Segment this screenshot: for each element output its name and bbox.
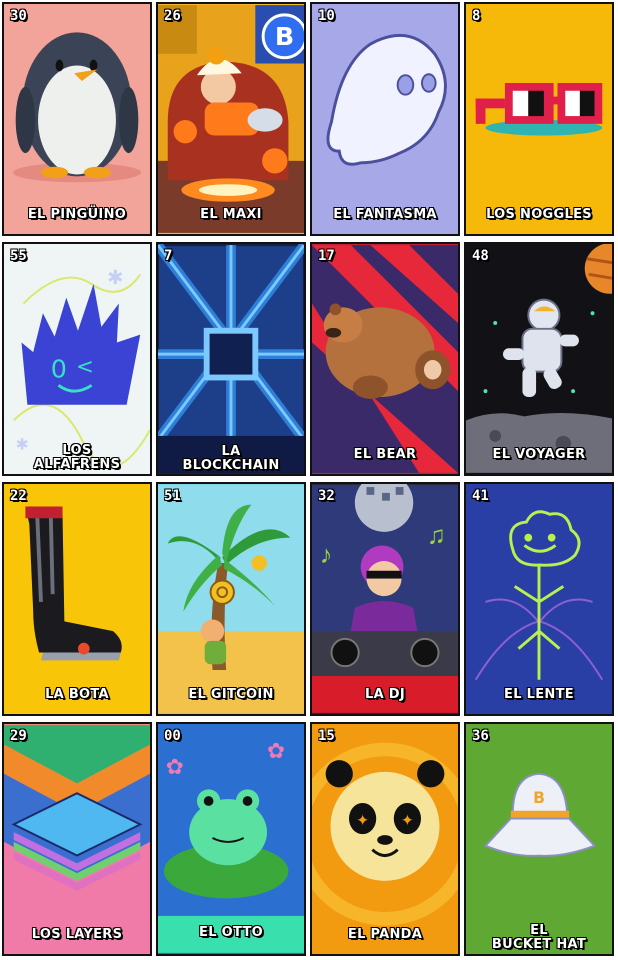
alfafrens-icon: 0 < ✱ ✱ [13,268,150,468]
card-los-alfafrens[interactable]: 0 < ✱ ✱ 55 LOS ALFAFRENS [2,242,152,476]
card-el-bear[interactable]: 17 EL BEAR [310,242,460,476]
card-number: 51 [164,488,181,504]
card-title: EL PINGÜINO [27,207,127,222]
penguin-icon [12,32,142,183]
card-number: 36 [472,728,489,744]
maxi-icon: B [158,5,304,233]
bucket-hat-icon: B [483,772,597,857]
card-title: LOS ALFAFRENS [33,443,121,472]
layers-icon [4,725,150,953]
svg-text:✿: ✿ [166,755,184,779]
card-number: 26 [164,8,181,24]
boot-icon [25,506,122,661]
svg-text:0: 0 [51,354,67,383]
card-el-maxi[interactable]: B 26 EL MAXI [156,2,306,236]
card-title: LA BOTA [45,687,109,702]
card-title: EL OTTO [199,925,263,940]
palm-tree-icon [158,485,304,713]
ghost-icon [326,33,447,166]
svg-text:✿: ✿ [267,739,285,763]
blockchain-icon [158,244,304,474]
card-title: EL PANDA [347,927,423,942]
card-la-dj[interactable]: ♪ ♫ 32 LA DJ [310,482,460,716]
card-number: 30 [10,8,27,24]
panda-icon: ✦ ✦ [312,742,458,926]
lens-icon [474,510,604,681]
card-el-lente[interactable]: 41 EL LENTE [464,482,614,716]
card-number: 8 [472,8,481,24]
svg-text:♪: ♪ [320,541,333,569]
card-el-otto[interactable]: ✿ ✿ ✿ 00 EL OTTO [156,722,306,956]
svg-text:<: < [76,355,94,380]
card-la-blockchain[interactable]: 7 LA BLOCKCHAIN [156,242,306,476]
card-number: 55 [10,248,27,264]
card-number: 32 [318,488,335,504]
svg-text:✦: ✦ [356,812,369,829]
card-la-bota[interactable]: 22 LA BOTA [2,482,152,716]
card-los-noggles[interactable]: 8 LOS NOGGLES [464,2,614,236]
card-number: 10 [318,8,335,24]
card-number: 29 [10,728,27,744]
card-los-layers[interactable]: 29 LOS LAYERS [2,722,152,956]
card-number: 17 [318,248,335,264]
card-title: EL LENTE [504,687,574,702]
card-title: LA BLOCKCHAIN [182,444,280,473]
card-number: 7 [164,248,173,264]
card-el-gitcoin[interactable]: 51 EL GITCOIN [156,482,306,716]
card-el-fantasma[interactable]: 10 EL FANTASMA [310,2,460,236]
svg-text:✱: ✱ [107,268,123,289]
card-el-voyager[interactable]: 48 EL VOYAGER [464,242,614,476]
svg-text:✦: ✦ [401,812,414,829]
loteria-grid: 30 EL PINGÜINO B 26 EL MAXI 10 EL FANTAS… [0,0,618,960]
frog-icon: ✿ ✿ ✿ [158,739,304,953]
svg-text:B: B [533,789,545,807]
card-el-bucket-hat[interactable]: B 36 EL BUCKET HAT [464,722,614,956]
card-title: EL VOYAGER [492,447,586,462]
card-el-pinguino[interactable]: 30 EL PINGÜINO [2,2,152,236]
card-title: EL FANTASMA [333,207,437,222]
card-el-panda[interactable]: ✦ ✦ 15 EL PANDA [310,722,460,956]
bear-icon [312,245,458,473]
card-title: EL BUCKET HAT [491,923,587,952]
dj-icon: ♪ ♫ [312,484,458,713]
card-number: 00 [164,728,181,744]
card-title: LOS NOGGLES [486,207,592,222]
card-number: 15 [318,728,335,744]
card-title: EL GITCOIN [188,687,274,702]
card-title: LA DJ [365,687,405,702]
astronaut-icon [466,244,612,473]
card-number: 22 [10,488,27,504]
card-number: 41 [472,488,489,504]
card-number: 48 [472,248,489,264]
card-title: LOS LAYERS [31,927,123,942]
svg-text:♫: ♫ [427,522,446,550]
noggles-icon [475,82,603,136]
svg-text:B: B [275,22,294,51]
card-title: EL BEAR [353,447,417,462]
card-title: EL MAXI [200,207,262,222]
